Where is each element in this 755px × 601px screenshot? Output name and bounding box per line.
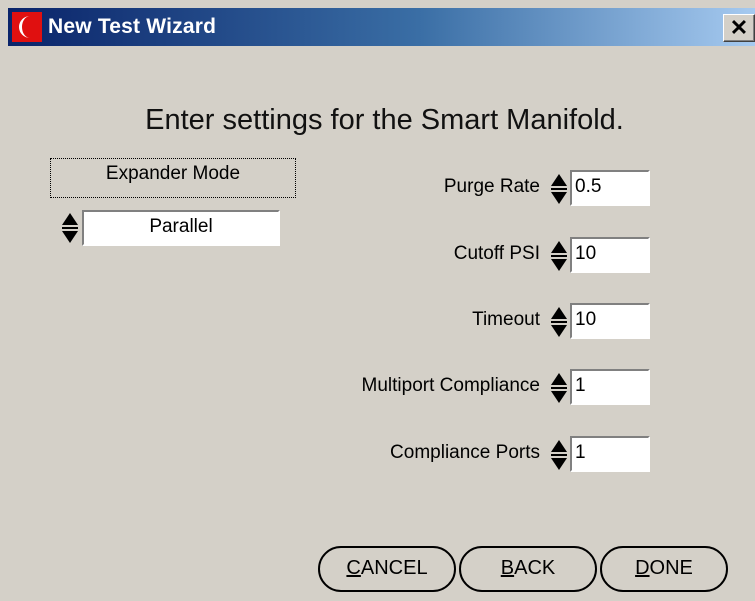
spin-down-icon[interactable] xyxy=(62,231,78,243)
expander-mode-spinner[interactable] xyxy=(62,211,80,245)
expander-mode-button[interactable]: Expander Mode xyxy=(50,158,296,198)
cancel-button-mnemonic: C xyxy=(346,557,361,579)
compliance-ports-label: Compliance Ports xyxy=(390,442,540,463)
cutoff-psi-label: Cutoff PSI xyxy=(453,243,540,264)
close-icon: ✕ xyxy=(729,15,749,40)
back-button-label: ACK xyxy=(514,557,556,579)
done-button-label: ONE xyxy=(649,557,693,579)
spin-down-icon[interactable] xyxy=(551,391,567,403)
window-title: New Test Wizard xyxy=(48,15,217,38)
back-button[interactable]: BACK xyxy=(459,546,597,592)
compliance-ports-spinner[interactable] xyxy=(551,438,569,472)
title-bar[interactable]: New Test Wizard ✕ xyxy=(8,8,755,46)
back-button-mnemonic: B xyxy=(500,557,515,579)
multiport-compliance-label: Multiport Compliance xyxy=(361,375,540,396)
spin-up-icon[interactable] xyxy=(62,213,78,225)
cutoff-psi-spinner[interactable] xyxy=(551,239,569,273)
cutoff-psi-input[interactable]: 10 xyxy=(570,237,650,273)
spin-up-icon[interactable] xyxy=(551,440,567,452)
spin-down-icon[interactable] xyxy=(551,458,567,470)
spin-up-icon[interactable] xyxy=(551,307,567,319)
done-button-mnemonic: D xyxy=(635,557,650,579)
timeout-input[interactable]: 10 xyxy=(570,303,650,339)
timeout-label: Timeout xyxy=(472,309,540,330)
close-button[interactable]: ✕ xyxy=(723,14,755,42)
spin-down-icon[interactable] xyxy=(551,325,567,337)
multiport-compliance-spinner[interactable] xyxy=(551,371,569,405)
compliance-ports-input[interactable]: 1 xyxy=(570,436,650,472)
wizard-window: New Test Wizard ✕ Enter settings for the… xyxy=(0,0,755,601)
multiport-compliance-input[interactable]: 1 xyxy=(570,369,650,405)
purge-rate-spinner[interactable] xyxy=(551,172,569,206)
spin-down-icon[interactable] xyxy=(551,192,567,204)
purge-rate-label: Purge Rate xyxy=(443,176,540,197)
spin-up-icon[interactable] xyxy=(551,373,567,385)
timeout-spinner[interactable] xyxy=(551,305,569,339)
spin-up-icon[interactable] xyxy=(551,241,567,253)
cancel-button[interactable]: CANCEL xyxy=(318,546,456,592)
app-logo-icon xyxy=(12,12,42,42)
spin-down-icon[interactable] xyxy=(551,259,567,271)
purge-rate-input[interactable]: 0.5 xyxy=(570,170,650,206)
done-button[interactable]: DONE xyxy=(600,546,728,592)
spin-up-icon[interactable] xyxy=(551,174,567,186)
expander-mode-field[interactable]: Parallel xyxy=(82,210,280,246)
cancel-button-label: ANCEL xyxy=(360,557,428,579)
page-heading: Enter settings for the Smart Manifold. xyxy=(145,104,624,136)
